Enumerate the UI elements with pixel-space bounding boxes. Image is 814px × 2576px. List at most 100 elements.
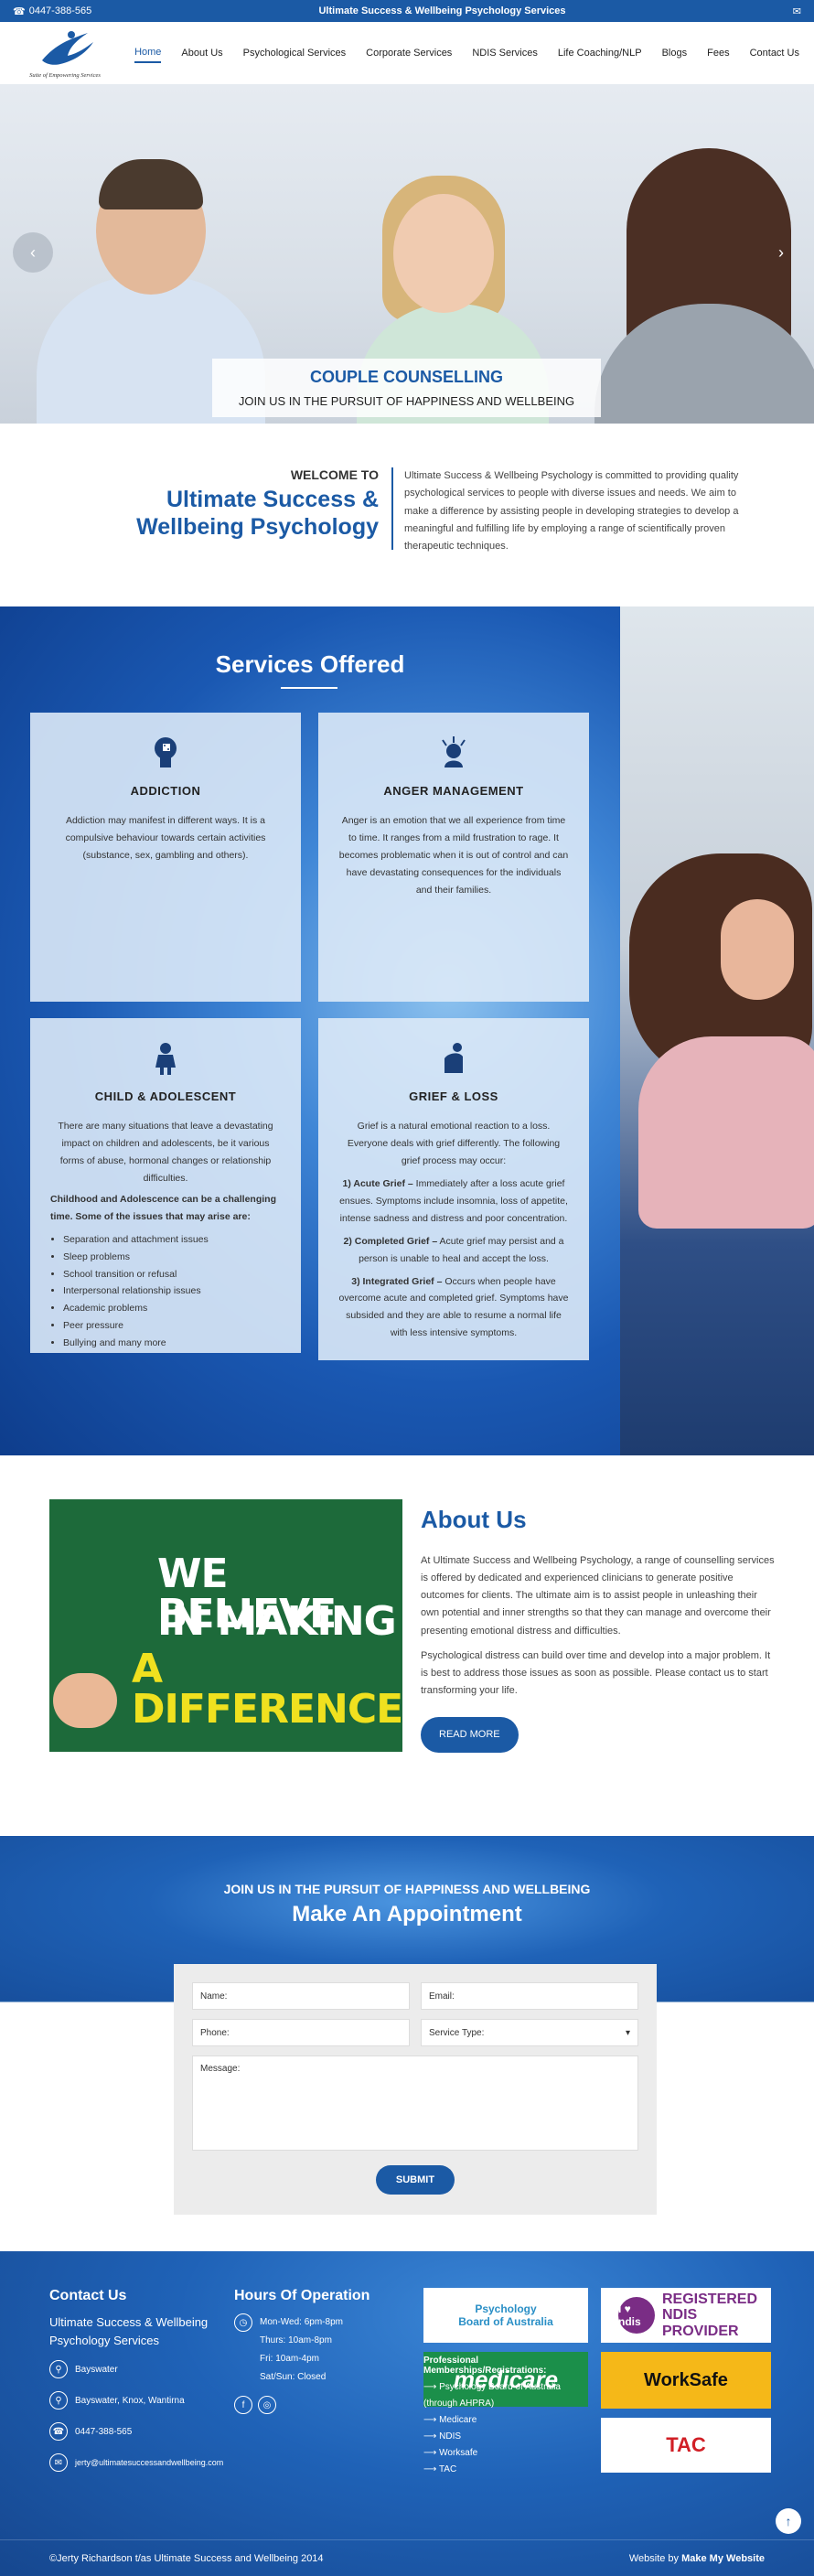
nav-fees[interactable]: Fees bbox=[707, 44, 729, 62]
hours-block: ◷ Mon-Wed: 6pm-8pm Thurs: 10am-8pm Fri: … bbox=[234, 2313, 408, 2387]
grief-stage-1: 1) Acute Grief – Immediately after a los… bbox=[338, 1175, 569, 1228]
list-item: Interpersonal relationship issues bbox=[63, 1283, 281, 1300]
psych-logo-line-2: Board of Australia bbox=[458, 2315, 553, 2328]
about-paragraph-1: At Ultimate Success and Wellbeing Psycho… bbox=[421, 1554, 775, 1637]
slider-prev-arrow-icon[interactable]: ‹ bbox=[13, 232, 53, 273]
grief-icon bbox=[435, 1040, 472, 1077]
about-image: WE BELIEVE IN MAKING A DIFFERENCE bbox=[49, 1499, 402, 1752]
appointment-form: Name: Email: Phone: Service Type: ▾ Messa… bbox=[174, 1964, 657, 2215]
phone-field[interactable]: Phone: bbox=[192, 2019, 410, 2046]
about-heading: About Us bbox=[421, 1506, 527, 1533]
footer-email[interactable]: ✉ jerty@ultimatesuccessandwellbeing.com bbox=[49, 2453, 223, 2472]
nav-ndis-services[interactable]: NDIS Services bbox=[472, 44, 538, 62]
list-item: School transition or refusal bbox=[63, 1266, 281, 1283]
topbar-phone[interactable]: ☎ 0447-388-565 bbox=[13, 5, 91, 17]
welcome-body: Ultimate Success & Wellbeing Psychology … bbox=[404, 470, 739, 552]
grief-stage-3-label: 3) Integrated Grief – bbox=[351, 1275, 443, 1287]
hours-line: Thurs: 10am-8pm bbox=[260, 2335, 332, 2345]
location-pin-icon: ⚲ bbox=[49, 2360, 68, 2378]
website-credit[interactable]: Website by Make My Website bbox=[629, 2553, 765, 2564]
email-field[interactable]: Email: bbox=[421, 1982, 638, 2010]
footer-org-name: Ultimate Success & Wellbeing Psychology … bbox=[49, 2315, 209, 2347]
instagram-icon[interactable]: ◎ bbox=[258, 2396, 276, 2414]
about-image-line-3: A DIFFERENCE bbox=[132, 1646, 402, 1733]
services-heading-underline bbox=[281, 687, 337, 689]
logo-tagline: Suite of Empowering Services bbox=[29, 72, 101, 79]
clock-icon: ◷ bbox=[234, 2313, 252, 2332]
welcome-heading: WELCOME TO Ultimate Success & Wellbeing … bbox=[64, 467, 393, 550]
name-field-label: Name: bbox=[200, 1991, 228, 2002]
phone-icon: ☎ bbox=[49, 2422, 68, 2441]
hero-caption: COUPLE COUNSELLING JOIN US IN THE PURSUI… bbox=[212, 359, 601, 417]
facebook-icon[interactable]: f bbox=[234, 2396, 252, 2414]
credit-name: Make My Website bbox=[681, 2552, 765, 2564]
footer-bottom-bar: ©Jerty Richardson t/as Ultimate Success … bbox=[0, 2539, 814, 2576]
about-section: WE BELIEVE IN MAKING A DIFFERENCE About … bbox=[0, 1455, 814, 1836]
nav-contact-us[interactable]: Contact Us bbox=[750, 44, 799, 62]
side-photo-sweater bbox=[638, 1036, 814, 1229]
footer-memberships: Psychology Board of Australia I ♥ ndis R… bbox=[423, 2288, 780, 2478]
about-image-line-2: IN MAKING bbox=[157, 1598, 397, 1645]
service-type-select[interactable]: Service Type: ▾ bbox=[421, 2019, 638, 2046]
nav-menu: Home About Us Psychological Services Cor… bbox=[134, 43, 799, 63]
psychology-board-logo: Psychology Board of Australia bbox=[423, 2288, 588, 2343]
top-bar: ☎ 0447-388-565 Ultimate Success & Wellbe… bbox=[0, 0, 814, 22]
child-body: There are many situations that leave a d… bbox=[58, 1121, 273, 1185]
credit-prefix: Website by bbox=[628, 2552, 680, 2564]
nav-home[interactable]: Home bbox=[134, 43, 162, 63]
welcome-title: Ultimate Success & Wellbeing Psychology bbox=[136, 487, 379, 540]
list-item: Medicare bbox=[423, 2412, 588, 2429]
chevron-down-icon: ▾ bbox=[625, 2027, 630, 2038]
grief-stage-2-label: 2) Completed Grief – bbox=[343, 1235, 438, 1247]
hours-line: Fri: 10am-4pm bbox=[260, 2354, 320, 2364]
main-nav: Suite of Empowering Services Home About … bbox=[0, 22, 814, 84]
name-field[interactable]: Name: bbox=[192, 1982, 410, 2010]
ndis-logo: I ♥ ndis REGISTERED NDIS PROVIDER bbox=[601, 2288, 771, 2343]
slider-next-arrow-icon[interactable]: › bbox=[761, 232, 801, 273]
child-icon bbox=[147, 1040, 184, 1077]
service-card-grief[interactable]: GRIEF & LOSS Grief is a natural emotiona… bbox=[318, 1018, 589, 1360]
hero-photo-man-hair bbox=[99, 159, 203, 209]
hero-slider: ‹ › COUPLE COUNSELLING JOIN US IN THE PU… bbox=[0, 84, 814, 424]
child-title: CHILD & ADOLESCENT bbox=[94, 1089, 237, 1103]
addiction-title: ADDICTION bbox=[130, 784, 201, 798]
nav-corporate-services[interactable]: Corporate Services bbox=[366, 44, 452, 62]
grief-body: Grief is a natural emotional reaction to… bbox=[347, 1121, 561, 1167]
footer-phone[interactable]: ☎ 0447-388-565 bbox=[49, 2422, 223, 2441]
hours-lines: Mon-Wed: 6pm-8pm Thurs: 10am-8pm Fri: 10… bbox=[260, 2313, 343, 2387]
footer-phone-text: 0447-388-565 bbox=[75, 2426, 133, 2437]
about-image-hand bbox=[53, 1673, 117, 1728]
list-item: Academic problems bbox=[63, 1300, 281, 1317]
grief-stage-1-label: 1) Acute Grief – bbox=[342, 1178, 413, 1190]
topbar-phone-number: 0447-388-565 bbox=[28, 5, 92, 16]
site-footer: Contact Us Ultimate Success & Wellbeing … bbox=[0, 2251, 814, 2576]
child-issues-list: Separation and attachment issues Sleep p… bbox=[50, 1231, 281, 1352]
submit-button[interactable]: SUBMIT bbox=[376, 2165, 455, 2195]
about-text: About Us At Ultimate Success and Wellbei… bbox=[421, 1499, 776, 1753]
nav-life-coaching[interactable]: Life Coaching/NLP bbox=[558, 44, 642, 62]
nav-psychological-services[interactable]: Psychological Services bbox=[243, 44, 347, 62]
back-to-top-icon[interactable]: ↑ bbox=[776, 2508, 801, 2534]
psych-logo-line-1: Psychology bbox=[475, 2302, 537, 2315]
appointment-kicker: JOIN US IN THE PURSUIT OF HAPPINESS AND … bbox=[223, 1882, 591, 1896]
hero-title: COUPLE COUNSELLING bbox=[309, 368, 503, 386]
list-item: Bullying and many more bbox=[63, 1335, 281, 1352]
nav-about-us[interactable]: About Us bbox=[181, 44, 222, 62]
hours-line: Mon-Wed: 6pm-8pm bbox=[260, 2317, 343, 2327]
services-side-photo bbox=[620, 606, 814, 1455]
hero-subtitle: JOIN US IN THE PURSUIT OF HAPPINESS AND … bbox=[238, 394, 575, 408]
read-more-button[interactable]: READ MORE bbox=[421, 1716, 519, 1753]
site-logo[interactable]: Suite of Empowering Services bbox=[15, 26, 115, 80]
service-type-label: Service Type: bbox=[429, 2027, 485, 2038]
list-item: TAC bbox=[423, 2462, 588, 2478]
service-card-child[interactable]: CHILD & ADOLESCENT There are many situat… bbox=[30, 1018, 301, 1353]
message-field[interactable]: Message: bbox=[192, 2055, 638, 2151]
nav-blogs[interactable]: Blogs bbox=[662, 44, 688, 62]
service-card-anger[interactable]: ANGER MANAGEMENT Anger is an emotion tha… bbox=[318, 713, 589, 1002]
service-card-addiction[interactable]: ADDICTION Addiction may manifest in diff… bbox=[30, 713, 301, 1002]
child-lead: Childhood and Adolescence can be a chall… bbox=[50, 1193, 276, 1222]
mail-icon[interactable]: ✉ bbox=[793, 5, 801, 17]
mail-icon: ✉ bbox=[49, 2453, 68, 2472]
footer-contact-heading: Contact Us bbox=[49, 2288, 127, 2303]
welcome-kicker: WELCOME TO bbox=[290, 467, 379, 482]
